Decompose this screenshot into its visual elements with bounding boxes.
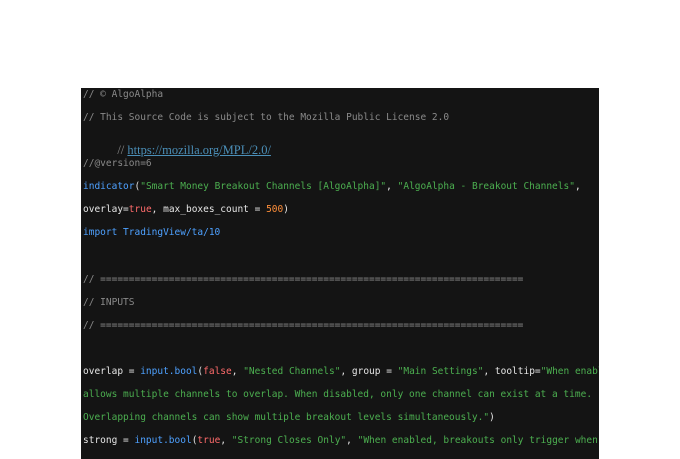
code-line-13: overlap = input.bool(false, "Nested Chan… (83, 366, 599, 378)
comma: , (231, 366, 244, 377)
overlap-var: overlap = (83, 366, 141, 377)
code-line-2: // This Source Code is subject to the Mo… (83, 112, 450, 123)
code-line-1: // © AlgoAlpha (83, 89, 164, 100)
comma-end: , (574, 181, 581, 192)
strong-tooltip-string: "When enabled, breakouts only trigger wh… (357, 435, 598, 446)
max-boxes-param: , max_boxes_count = (151, 204, 267, 215)
url-comment-prefix: // (117, 143, 128, 157)
strong-closes-string: "Strong Closes Only" (231, 435, 347, 446)
group-param: , group = (340, 366, 398, 377)
tooltip-string-start: "When enabled, (540, 366, 599, 377)
input-bool-func: input.bool (134, 435, 192, 446)
paren-close: ) (283, 204, 289, 215)
code-line-9: // =====================================… (83, 274, 524, 285)
page: // © AlgoAlpha // This Source Code is su… (0, 0, 680, 459)
code-line-10: // INPUTS (83, 297, 135, 308)
code-line-15: Overlapping channels can show multiple b… (83, 412, 495, 424)
code-line-14: allows multiple channels to overlap. Whe… (83, 389, 593, 400)
strong-default: true (197, 435, 221, 446)
import-keyword: import (83, 227, 118, 238)
code-line-6: overlay=true, max_boxes_count = 500) (83, 204, 289, 216)
tooltip-param: , tooltip= (483, 366, 541, 377)
code-line-16: strong = input.bool(true, "Strong Closes… (83, 435, 599, 447)
overlap-default: false (203, 366, 232, 377)
overlay-param: overlay (83, 204, 124, 215)
code-panel: // © AlgoAlpha // This Source Code is su… (81, 88, 599, 459)
license-link[interactable]: https://mozilla.org/MPL/2.0/ (127, 143, 271, 157)
indicator-keyword: indicator (83, 181, 135, 192)
code-line-4: //@version=6 (83, 158, 152, 169)
import-path: TradingView/ta/10 (117, 227, 221, 238)
indicator-short-title-string: "AlgoAlpha - Breakout Channels" (397, 181, 575, 192)
code-line-5: indicator("Smart Money Breakout Channels… (83, 181, 581, 193)
indicator-title-string: "Smart Money Breakout Channels [AlgoAlph… (140, 181, 387, 192)
main-settings-string: "Main Settings" (397, 366, 484, 377)
comma: , (220, 435, 232, 446)
tooltip-string-end: Overlapping channels can show multiple b… (83, 412, 490, 423)
code-line-7: import TradingView/ta/10 (83, 227, 220, 239)
overlay-value: true (128, 204, 152, 215)
comma: , (386, 181, 398, 192)
strong-var: strong = (83, 435, 135, 446)
input-bool-func: input.bool (140, 366, 198, 377)
comma: , (346, 435, 358, 446)
nested-channels-string: "Nested Channels" (243, 366, 341, 377)
code-line-11: // =====================================… (83, 320, 524, 331)
max-boxes-value: 500 (266, 204, 284, 215)
paren-close: ) (489, 412, 495, 423)
